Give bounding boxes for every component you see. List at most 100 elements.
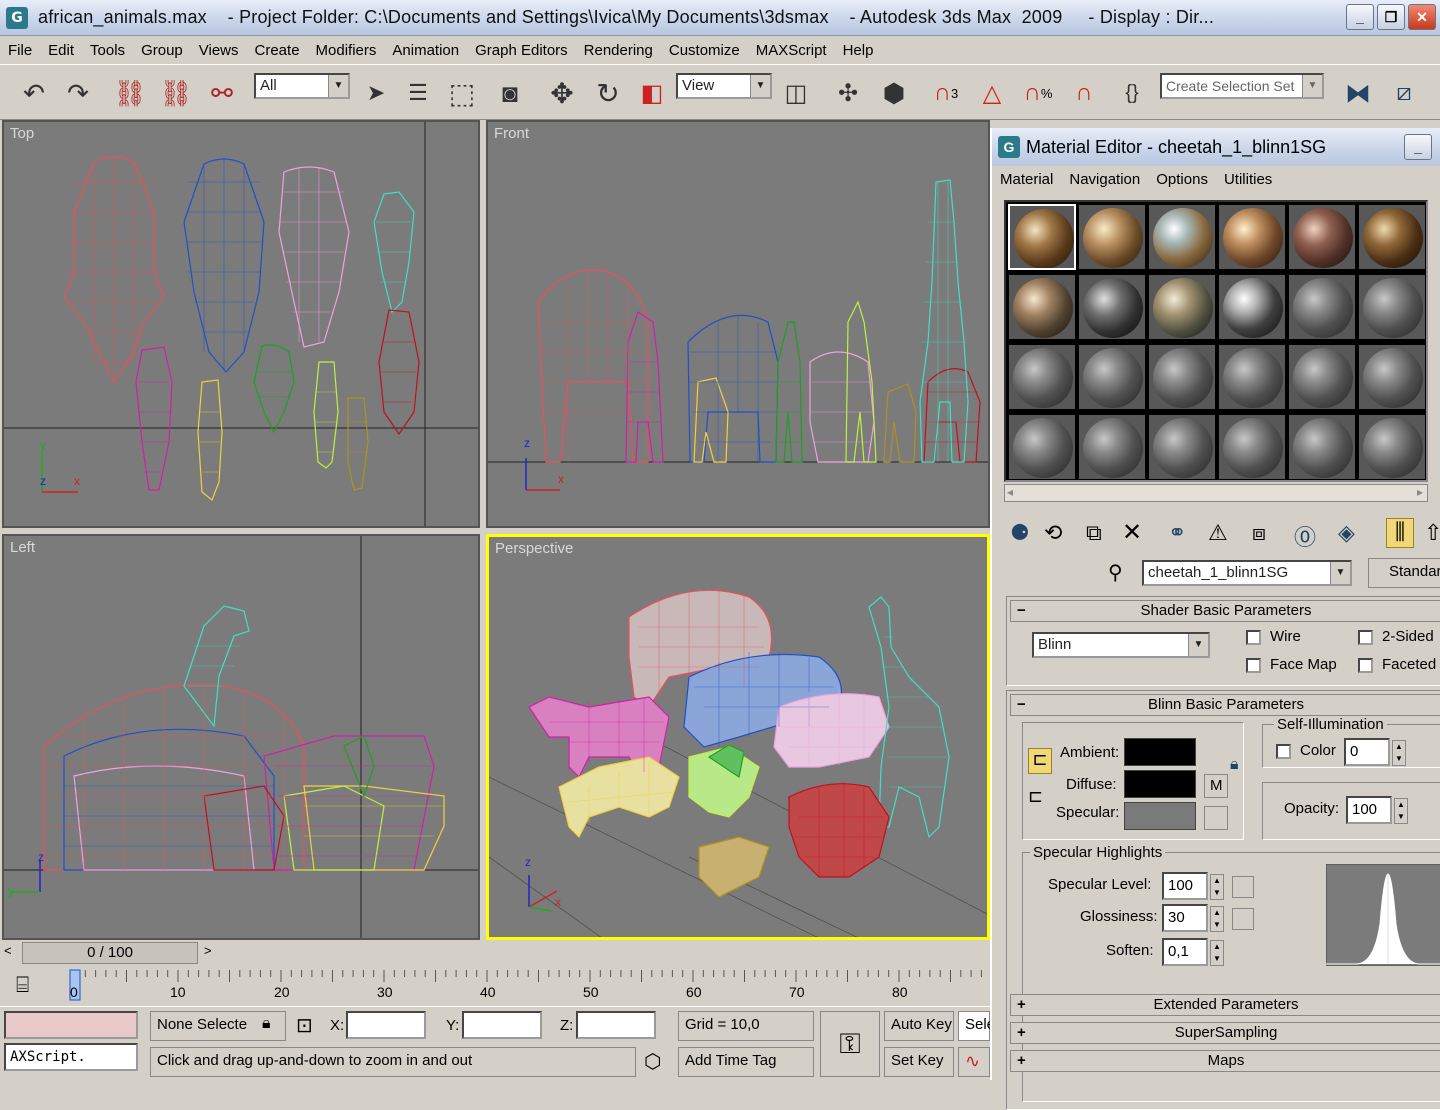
key-filters-icon[interactable]: ∿	[958, 1047, 990, 1077]
viewport-label-left[interactable]: Left	[10, 539, 35, 556]
material-effects-channel-icon[interactable]: ⓪	[1294, 520, 1316, 552]
undo-icon[interactable]: ↶	[16, 75, 52, 111]
align-icon[interactable]: ⧄	[1386, 75, 1422, 111]
soften-spinner[interactable]: ▲ ▼	[1210, 940, 1224, 966]
material-sample-slot[interactable]	[1218, 344, 1286, 410]
shader-type-dropdown[interactable]: Blinn ▼	[1032, 632, 1210, 658]
y-coordinate-field[interactable]	[462, 1011, 542, 1039]
minimize-button[interactable]: _	[1346, 4, 1374, 30]
specular-map-button[interactable]	[1204, 806, 1228, 830]
close-button[interactable]: ✕	[1408, 4, 1436, 30]
lock-icon[interactable]: 🔒︎	[262, 1015, 271, 1033]
show-end-result-icon[interactable]: ⫼	[1386, 518, 1414, 548]
select-and-link-icon[interactable]: ⛓	[112, 75, 148, 111]
lock-diffuse-specular-icon[interactable]: ⊏	[1028, 786, 1043, 807]
viewport-label-front[interactable]: Front	[494, 125, 529, 142]
ambient-color-swatch[interactable]	[1124, 738, 1196, 766]
material-sample-slot[interactable]	[1148, 204, 1216, 270]
material-sample-slot[interactable]	[1288, 274, 1356, 340]
set-key-button[interactable]: Set Key	[884, 1047, 954, 1077]
menu-file[interactable]: File	[0, 42, 40, 59]
window-crossing-icon[interactable]: ◙	[492, 75, 528, 111]
blinn-basic-parameters-rollout[interactable]: − Blinn Basic Parameters	[1010, 694, 1440, 716]
me-menu-navigation[interactable]: Navigation	[1061, 171, 1148, 188]
bind-to-space-warp-icon[interactable]: ⚯	[204, 75, 240, 111]
menu-views[interactable]: Views	[191, 42, 247, 59]
diffuse-map-button[interactable]: M	[1204, 774, 1228, 798]
lock-ambient-diffuse-icon[interactable]: ⊏	[1028, 748, 1052, 774]
select-and-move-icon[interactable]: ✥	[544, 75, 580, 111]
snaps-toggle-icon[interactable]: ∩ 3	[928, 75, 964, 111]
3dsmax-app-icon[interactable]: G	[6, 6, 28, 29]
opacity-field[interactable]: 100	[1346, 796, 1392, 824]
wire-checkbox[interactable]	[1246, 630, 1261, 645]
two-sided-checkbox[interactable]	[1358, 630, 1373, 645]
material-sample-slot[interactable]	[1218, 274, 1286, 340]
specular-level-field[interactable]: 100	[1162, 872, 1208, 900]
material-sample-slot[interactable]	[1358, 274, 1426, 340]
pick-material-from-object-icon[interactable]: ⚲	[1108, 560, 1123, 585]
opacity-spinner[interactable]: ▲ ▼	[1394, 798, 1408, 824]
spinner-snap-toggle-icon[interactable]: ∩	[1066, 75, 1102, 111]
sample-slots-scrollbar[interactable]: ◂ ▸	[1004, 484, 1428, 502]
material-sample-slot[interactable]	[1288, 414, 1356, 480]
material-sample-slot[interactable]	[1358, 344, 1426, 410]
make-unique-icon[interactable]: ⚠	[1208, 520, 1228, 546]
absolute-mode-transform-icon[interactable]: ⊡	[296, 1013, 313, 1038]
select-by-name-icon[interactable]: ☰	[400, 75, 436, 111]
menu-maxscript[interactable]: MAXScript	[748, 42, 835, 59]
material-sample-slot[interactable]	[1008, 344, 1076, 410]
restore-button[interactable]: ❐	[1377, 4, 1405, 30]
material-sample-slot[interactable]	[1218, 414, 1286, 480]
lock-icon[interactable]: 🔒︎	[1230, 756, 1252, 778]
assign-material-to-selection-icon[interactable]: ⧉	[1086, 520, 1102, 546]
add-time-tag-button[interactable]: Add Time Tag	[678, 1047, 814, 1077]
select-object-icon[interactable]: ➤	[358, 75, 394, 111]
me-menu-utilities[interactable]: Utilities	[1216, 171, 1280, 188]
material-sample-slot[interactable]	[1078, 274, 1146, 340]
material-type-button[interactable]: Standar	[1368, 558, 1440, 588]
material-name-field[interactable]: cheetah_1_blinn1SG ▼	[1142, 560, 1352, 586]
time-slider-next-icon[interactable]: >	[204, 943, 212, 958]
maxscript-mini-listener[interactable]: AXScript.	[4, 1043, 138, 1071]
viewport-left[interactable]: Left z y	[2, 534, 480, 940]
material-sample-slot[interactable]	[1078, 204, 1146, 270]
redo-icon[interactable]: ↷	[60, 75, 96, 111]
material-sample-slot[interactable]	[1288, 344, 1356, 410]
menu-modifiers[interactable]: Modifiers	[308, 42, 385, 59]
material-sample-slot[interactable]	[1008, 274, 1076, 340]
scroll-right-icon[interactable]: ▸	[1417, 485, 1423, 499]
material-sample-slot[interactable]	[1078, 414, 1146, 480]
put-to-library-icon[interactable]: ⧈	[1252, 520, 1266, 546]
percent-snap-toggle-icon[interactable]: ∩%	[1020, 75, 1056, 111]
angle-snap-toggle-icon[interactable]: △	[974, 75, 1010, 111]
viewport-top[interactable]: Top y x z	[2, 120, 480, 528]
self-illum-value-field[interactable]: 0	[1344, 738, 1390, 766]
menu-create[interactable]: Create	[247, 42, 308, 59]
menu-graph-editors[interactable]: Graph Editors	[467, 42, 576, 59]
time-tag-icon[interactable]: ⬡	[644, 1049, 661, 1074]
glossiness-map-button[interactable]	[1232, 908, 1254, 930]
mirror-icon[interactable]: ⧓	[1340, 75, 1376, 111]
rectangular-selection-icon[interactable]: ⬚	[444, 75, 480, 111]
soften-field[interactable]: 0,1	[1162, 938, 1208, 966]
self-illum-spinner[interactable]: ▲ ▼	[1392, 740, 1406, 766]
material-sample-slot[interactable]	[1358, 414, 1426, 480]
maxscript-listener-top[interactable]	[4, 1011, 138, 1039]
material-sample-slot[interactable]	[1148, 344, 1216, 410]
time-slider-thumb[interactable]: 0 / 100	[22, 942, 198, 964]
menu-help[interactable]: Help	[835, 42, 882, 59]
menu-tools[interactable]: Tools	[82, 42, 133, 59]
material-sample-slot[interactable]	[1358, 204, 1426, 270]
select-and-scale-icon[interactable]: ◧	[634, 75, 670, 111]
show-map-in-viewport-icon[interactable]: ◈	[1338, 520, 1355, 546]
material-sample-slot[interactable]	[1008, 414, 1076, 480]
menu-animation[interactable]: Animation	[384, 42, 467, 59]
z-coordinate-field[interactable]	[576, 1011, 656, 1039]
material-sample-slot[interactable]	[1148, 414, 1216, 480]
make-material-copy-icon[interactable]: ⚭	[1168, 520, 1186, 546]
material-sample-slot[interactable]	[1008, 204, 1076, 270]
viewport-front[interactable]: Front z x	[486, 120, 990, 528]
get-material-icon[interactable]: ⚈	[1010, 520, 1030, 546]
menu-customize[interactable]: Customize	[661, 42, 748, 59]
